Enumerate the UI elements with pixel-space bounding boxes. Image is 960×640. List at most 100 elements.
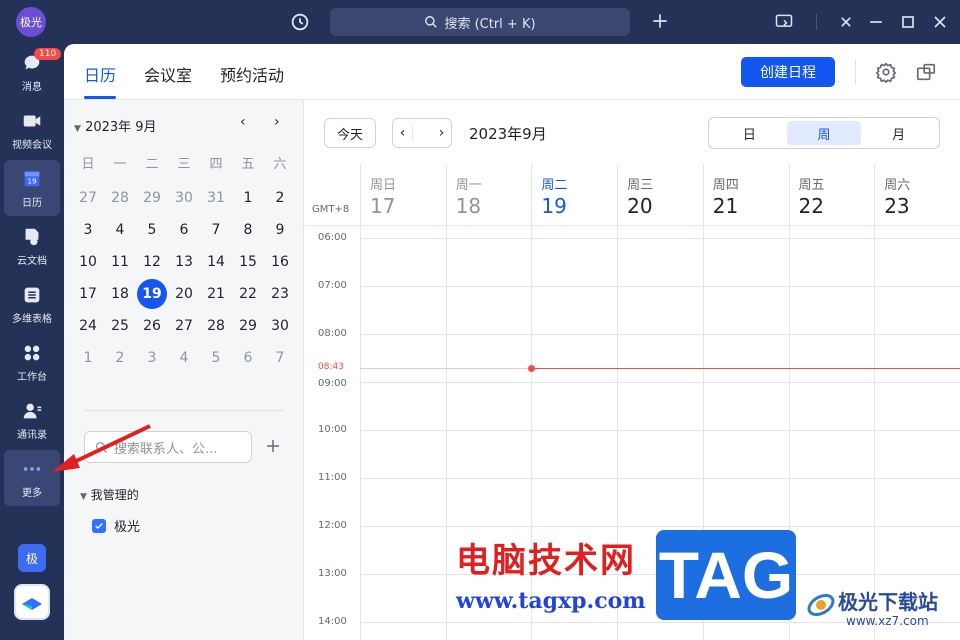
mini-day[interactable]: 6 xyxy=(232,342,264,374)
mini-day[interactable]: 28 xyxy=(104,182,136,214)
my-calendars-group[interactable]: ▼ 我管理的 xyxy=(80,486,139,503)
current-time-label: 08:43 xyxy=(318,362,344,372)
mini-weekday-label: 六 xyxy=(273,156,287,172)
day-column-header[interactable]: 周一 18 xyxy=(445,164,532,226)
topbar-divider xyxy=(816,14,817,30)
mini-day[interactable]: 4 xyxy=(168,342,200,374)
mini-day[interactable]: 5 xyxy=(200,342,232,374)
prev-week-button[interactable]: ‹ xyxy=(393,119,412,147)
mini-day[interactable]: 1 xyxy=(232,182,264,214)
mini-day[interactable]: 24 xyxy=(72,310,104,342)
tab-meeting-room[interactable]: 会议室 xyxy=(144,62,192,86)
mini-day[interactable]: 25 xyxy=(104,310,136,342)
mini-day[interactable]: 31 xyxy=(200,182,232,214)
mini-day[interactable]: 2 xyxy=(104,342,136,374)
mini-day[interactable]: 1 xyxy=(72,342,104,374)
search-placeholder: 搜索 (Ctrl + K) xyxy=(444,16,536,32)
time-label: 09:00 xyxy=(318,378,347,389)
tab-booking[interactable]: 预约活动 xyxy=(220,62,284,86)
app-rail: 消息 110 视频会议 19 日历 云文档 多维表格 工作台 通讯录 更多 极 xyxy=(0,44,64,640)
maximize-icon[interactable] xyxy=(898,12,918,32)
mini-day[interactable]: 21 xyxy=(200,278,232,310)
mini-day[interactable]: 10 xyxy=(72,246,104,278)
mini-day[interactable]: 11 xyxy=(104,246,136,278)
mini-week-row: 17 18 19 20 21 22 23 xyxy=(72,278,296,310)
mini-day[interactable]: 27 xyxy=(168,310,200,342)
screen-share-icon[interactable] xyxy=(774,12,794,32)
mini-day[interactable]: 12 xyxy=(136,246,168,278)
rail-item-workplace[interactable]: 工作台 xyxy=(4,334,60,390)
mini-day[interactable]: 7 xyxy=(200,214,232,246)
day-date: 18 xyxy=(455,194,482,218)
mini-day[interactable]: 29 xyxy=(232,310,264,342)
mini-day[interactable]: 2 xyxy=(264,182,296,214)
add-calendar-icon[interactable] xyxy=(264,437,282,455)
mini-day[interactable]: 5 xyxy=(136,214,168,246)
prev-month-button[interactable]: ‹ xyxy=(240,114,246,130)
mini-day[interactable]: 29 xyxy=(136,182,168,214)
view-month-button[interactable]: 月 xyxy=(861,121,936,145)
mini-day[interactable]: 30 xyxy=(264,310,296,342)
mini-day[interactable]: 14 xyxy=(200,246,232,278)
calendar-list-item[interactable]: 极光 xyxy=(92,516,140,535)
create-event-button[interactable]: 创建日程 xyxy=(741,57,835,87)
mini-day[interactable]: 4 xyxy=(104,214,136,246)
mini-day[interactable]: 27 xyxy=(72,182,104,214)
pin-icon[interactable] xyxy=(836,12,856,32)
mini-day[interactable]: 9 xyxy=(264,214,296,246)
table-icon xyxy=(24,287,40,302)
day-column-header[interactable]: 周二 19 xyxy=(531,164,617,226)
calendar-checkbox[interactable] xyxy=(92,518,106,533)
day-column-header[interactable]: 周三 20 xyxy=(617,164,703,226)
day-column-divider xyxy=(874,226,876,640)
next-month-button[interactable]: › xyxy=(274,114,280,130)
view-week-button[interactable]: 周 xyxy=(786,121,862,145)
app-logo[interactable] xyxy=(14,584,50,620)
user-avatar[interactable]: 极光 xyxy=(16,7,46,37)
add-icon[interactable] xyxy=(650,11,670,31)
mini-day[interactable]: 17 xyxy=(72,278,104,310)
mini-day[interactable]: 6 xyxy=(168,214,200,246)
rail-item-bitable[interactable]: 多维表格 xyxy=(4,276,60,332)
history-icon[interactable] xyxy=(289,11,311,33)
rail-item-messages[interactable]: 消息 110 xyxy=(4,44,62,100)
mini-day[interactable]: 3 xyxy=(136,342,168,374)
mini-day[interactable]: 16 xyxy=(264,246,296,278)
mini-day[interactable]: 26 xyxy=(136,310,168,342)
next-week-button[interactable]: › xyxy=(432,119,451,147)
rail-item-calendar[interactable]: 19 日历 xyxy=(4,160,60,216)
day-column-header[interactable]: 周日 17 xyxy=(360,164,446,226)
mini-weekday-row: 日一二三四五六 xyxy=(72,150,296,174)
mini-day[interactable]: 20 xyxy=(168,278,200,310)
today-button[interactable]: 今天 xyxy=(324,118,376,148)
mini-day[interactable]: 28 xyxy=(200,310,232,342)
minimize-icon[interactable] xyxy=(866,12,886,32)
mini-week-row: 24 25 26 27 28 29 30 xyxy=(72,310,296,342)
mini-day-selected[interactable]: 19 xyxy=(136,278,168,310)
mini-day[interactable]: 8 xyxy=(232,214,264,246)
day-column-header[interactable]: 周六 23 xyxy=(874,164,960,226)
org-badge[interactable]: 极 xyxy=(18,544,46,572)
view-day-button[interactable]: 日 xyxy=(712,121,787,145)
mini-day[interactable]: 30 xyxy=(168,182,200,214)
selected-day-number: 19 xyxy=(137,279,167,309)
rail-item-cloud-docs[interactable]: 云文档 xyxy=(4,218,60,274)
global-search-box[interactable]: 搜索 (Ctrl + K) xyxy=(330,8,630,36)
mini-day[interactable]: 22 xyxy=(232,278,264,310)
day-column-divider xyxy=(360,226,361,640)
mini-day[interactable]: 3 xyxy=(72,214,104,246)
mini-day[interactable]: 13 xyxy=(168,246,200,278)
subscribe-calendar-icon[interactable] xyxy=(915,61,937,83)
close-icon[interactable] xyxy=(930,12,950,32)
mini-day[interactable]: 23 xyxy=(264,278,296,310)
day-column-header[interactable]: 周四 21 xyxy=(702,164,789,226)
mini-day[interactable]: 15 xyxy=(232,246,264,278)
tab-calendar[interactable]: 日历 xyxy=(84,62,116,86)
mini-weekday-label: 一 xyxy=(113,156,127,172)
mini-day[interactable]: 18 xyxy=(104,278,136,310)
gear-icon[interactable] xyxy=(875,61,897,83)
rail-item-video-meeting[interactable]: 视频会议 xyxy=(4,102,60,158)
day-column-header[interactable]: 周五 22 xyxy=(788,164,875,226)
mini-month-selector[interactable]: ▼ 2023年 9月 xyxy=(74,116,157,135)
mini-day[interactable]: 7 xyxy=(264,342,296,374)
